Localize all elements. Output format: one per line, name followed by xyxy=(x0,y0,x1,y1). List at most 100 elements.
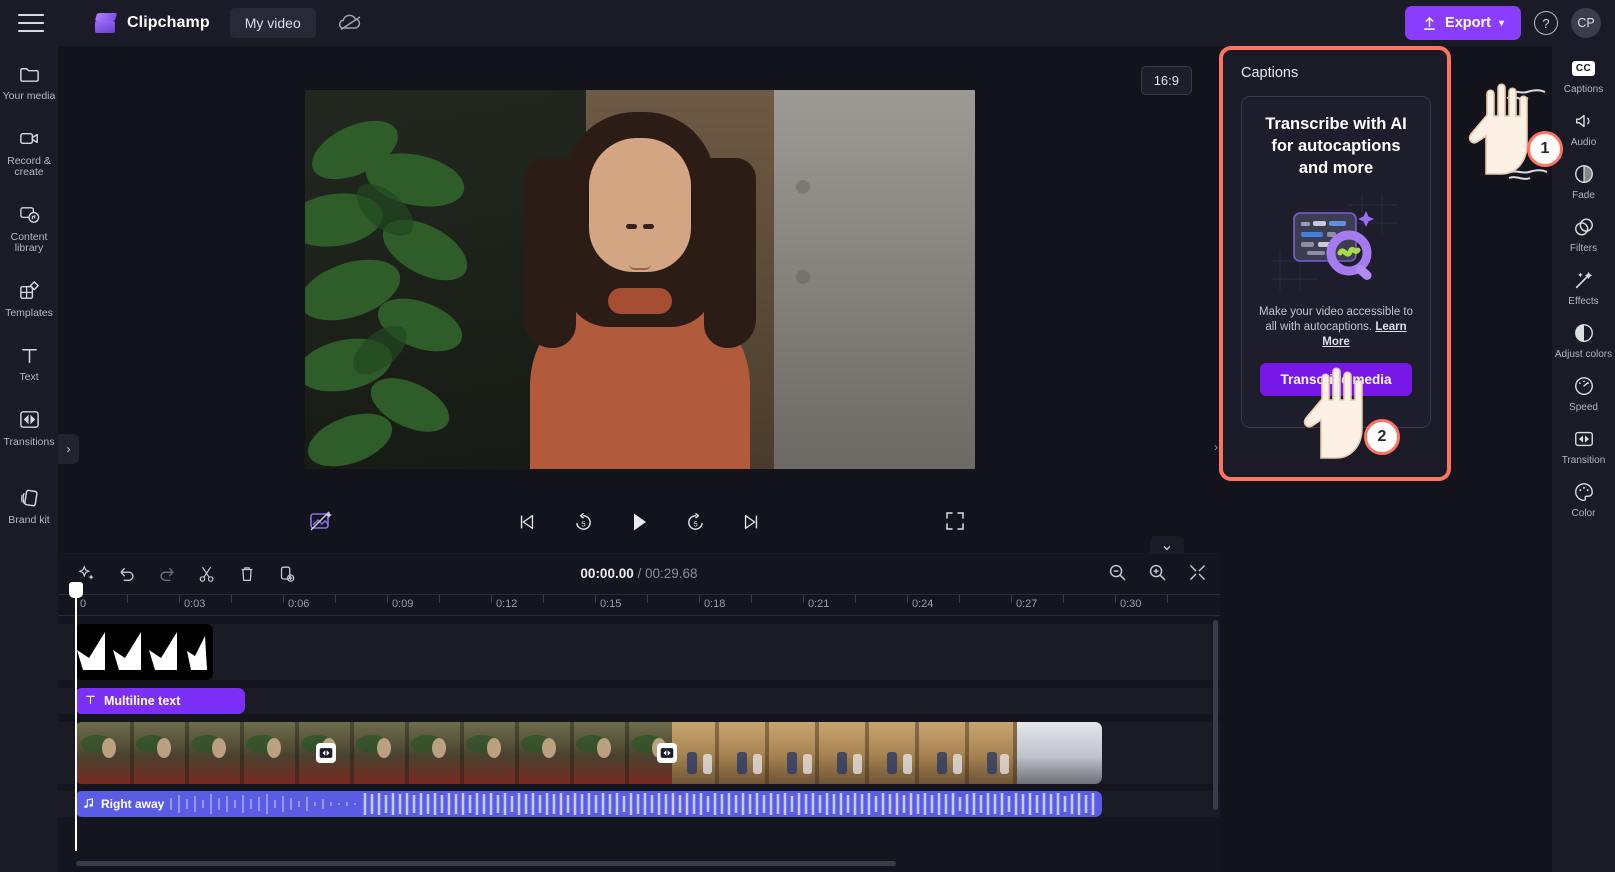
upload-icon xyxy=(1424,16,1435,30)
help-icon[interactable]: ? xyxy=(1534,11,1558,35)
zoom-out-button[interactable] xyxy=(1104,559,1130,585)
ruler-label: 0:15 xyxy=(600,598,622,610)
effects-wand-icon xyxy=(1572,268,1596,292)
rail-item-label: Color xyxy=(1571,508,1596,519)
preview-area: 16:9 5 5 xyxy=(58,46,1220,551)
playhead-handle[interactable] xyxy=(69,582,83,598)
export-label: Export xyxy=(1445,15,1491,31)
text-t-icon xyxy=(85,694,96,708)
video-camera-icon xyxy=(17,127,41,151)
rail-item-filters[interactable]: Filters xyxy=(1552,215,1615,254)
rail-item-speed[interactable]: Speed xyxy=(1552,374,1615,413)
ruler-label: 0 xyxy=(80,598,87,610)
folder-icon xyxy=(17,62,41,86)
audio-icon xyxy=(1572,109,1596,133)
music-note-icon xyxy=(83,797,95,812)
decorative-plant xyxy=(305,110,525,469)
cloud-off-icon[interactable] xyxy=(338,12,364,34)
timeline-collapse-button[interactable]: ⌄ xyxy=(1150,536,1184,554)
text-clip-label: Multiline text xyxy=(104,694,181,708)
rail-item-transition[interactable]: Transition xyxy=(1552,427,1615,466)
timeline-horizontal-scrollbar[interactable] xyxy=(76,861,896,866)
filters-icon xyxy=(1572,215,1596,239)
skip-to-end-button[interactable] xyxy=(736,507,766,537)
sidebar-item-label: Templates xyxy=(5,306,53,319)
left-sidebar: Your media Record & create Content libra… xyxy=(0,46,58,872)
timeline-toolbar: 00:00.00 / 00:29.68 xyxy=(58,554,1220,594)
timeline-zoom-controls xyxy=(1104,559,1210,585)
sidebar-item-label: Text xyxy=(19,371,39,383)
step-badge-2: 2 xyxy=(1364,419,1400,455)
sidebar-item-content-library[interactable]: Content library xyxy=(0,199,58,259)
cc-icon: CC xyxy=(1571,56,1596,80)
speed-gauge-icon xyxy=(1572,374,1596,398)
audio-clip[interactable]: Right away xyxy=(75,791,1102,817)
aspect-ratio-button[interactable]: 16:9 xyxy=(1140,66,1192,95)
sidebar-item-record-create[interactable]: Record & create xyxy=(0,123,58,183)
sticker-clip[interactable] xyxy=(75,624,213,680)
transition-badge-icon[interactable] xyxy=(657,743,677,763)
panel-collapse-button[interactable]: › xyxy=(1208,434,1224,460)
sidebar-item-label: Content library xyxy=(10,230,48,254)
fit-to-screen-button[interactable] xyxy=(1184,559,1210,585)
total-time: 00:29.68 xyxy=(645,566,698,581)
content-library-icon xyxy=(17,203,41,227)
track-row: Multiline text xyxy=(58,688,1220,714)
sidebar-item-templates[interactable]: Templates xyxy=(0,275,58,324)
rail-item-label: Speed xyxy=(1569,402,1598,413)
ruler-label: 0:24 xyxy=(912,598,934,610)
color-palette-icon xyxy=(1572,480,1596,504)
play-button[interactable] xyxy=(624,507,654,537)
rail-item-label: Audio xyxy=(1570,137,1597,148)
video-subject xyxy=(506,112,774,469)
promo-heading: Transcribe with AI for autocaptions and … xyxy=(1265,115,1407,177)
top-bar: Clipchamp My video Export ▾ ? CP xyxy=(0,0,1615,46)
skip-to-start-button[interactable] xyxy=(512,507,542,537)
rail-item-adjust-colors[interactable]: Adjust colors xyxy=(1552,321,1615,360)
sidebar-item-transitions[interactable]: Transitions xyxy=(0,404,58,453)
captions-panel-title: Captions xyxy=(1241,65,1299,81)
ruler-label: 0:09 xyxy=(392,598,414,610)
forward-5-button[interactable]: 5 xyxy=(680,507,710,537)
timeline-ruler[interactable]: 0 0:03 0:06 0:09 0:12 0:15 0:18 0:21 0:2… xyxy=(58,594,1220,616)
track-row xyxy=(58,722,1220,784)
sidebar-item-label: Brand kit xyxy=(8,514,50,526)
sidebar-item-your-media[interactable]: Your media xyxy=(0,58,58,107)
rail-item-effects[interactable]: Effects xyxy=(1552,268,1615,307)
rewind-5-button[interactable]: 5 xyxy=(568,507,598,537)
export-button[interactable]: Export ▾ xyxy=(1405,6,1521,40)
text-t-icon xyxy=(17,343,41,367)
sidebar-expand-button[interactable]: › xyxy=(58,434,79,464)
project-name-field[interactable]: My video xyxy=(229,7,316,38)
fade-icon xyxy=(1572,162,1596,186)
timeline-time-display: 00:00.00 / 00:29.68 xyxy=(58,566,1220,581)
rail-item-color[interactable]: Color xyxy=(1552,480,1615,519)
ruler-label: 0:06 xyxy=(288,598,310,610)
sidebar-item-text[interactable]: Text xyxy=(0,339,58,388)
ruler-label: 0:18 xyxy=(704,598,726,610)
video-preview-canvas[interactable] xyxy=(305,90,975,469)
rail-item-label: Filters xyxy=(1569,243,1598,254)
sidebar-item-label: Your media xyxy=(2,90,56,102)
hand-cursor-step-1 xyxy=(1462,78,1544,183)
fullscreen-icon[interactable] xyxy=(944,510,970,536)
transition-badge-icon[interactable] xyxy=(316,743,336,763)
time-separator: / xyxy=(637,566,642,581)
zoom-in-button[interactable] xyxy=(1144,559,1170,585)
brand-name: Clipchamp xyxy=(127,13,210,31)
video-clip[interactable] xyxy=(75,722,1102,784)
ruler-label: 0:03 xyxy=(184,598,206,610)
timeline-vertical-scrollbar[interactable] xyxy=(1213,620,1218,810)
avatar[interactable]: CP xyxy=(1571,8,1601,38)
hamburger-menu-icon[interactable] xyxy=(18,13,44,32)
sidebar-item-label: Record & create xyxy=(7,154,51,178)
adjust-colors-icon xyxy=(1572,321,1596,345)
ruler-label: 0:21 xyxy=(808,598,830,610)
track-row: Right away xyxy=(58,791,1220,817)
step-badge-1: 1 xyxy=(1527,131,1563,167)
promo-description: Make your video accessible to all with a… xyxy=(1256,305,1416,350)
audio-waveform xyxy=(170,793,1095,815)
sidebar-item-brand-kit[interactable]: Brand kit xyxy=(0,482,58,531)
text-clip[interactable]: Multiline text xyxy=(75,688,245,714)
timeline-playhead[interactable] xyxy=(69,582,83,851)
